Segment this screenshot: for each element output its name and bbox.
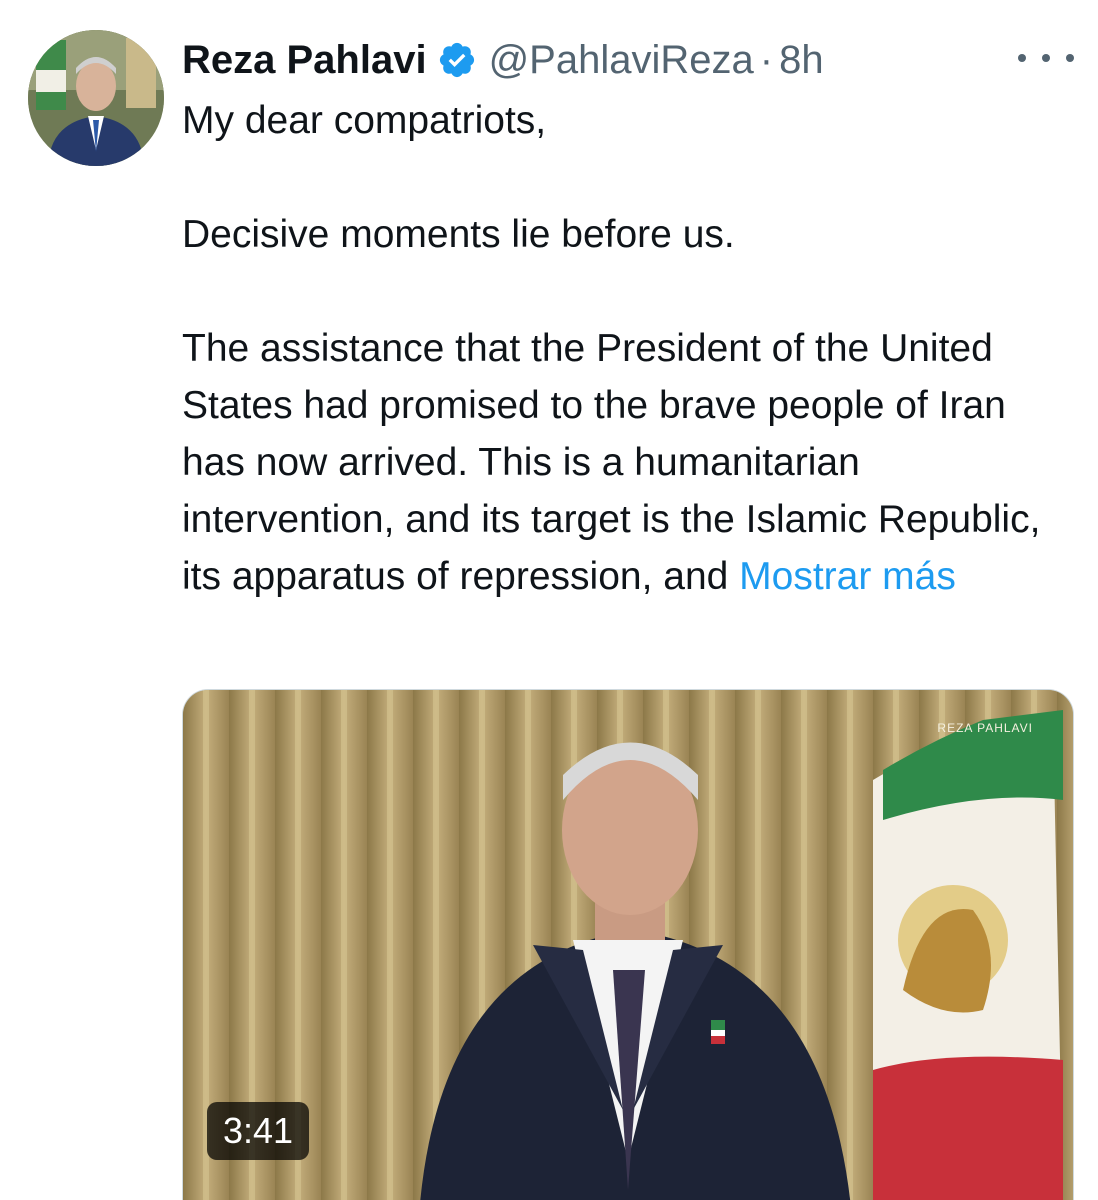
separator-dot: · — [759, 38, 774, 82]
author-avatar[interactable] — [28, 30, 164, 166]
video-thumbnail — [183, 690, 1073, 1200]
tweet[interactable]: Reza Pahlavi @PahlaviReza · 8h My dear c… — [0, 0, 1098, 1200]
tweet-time[interactable]: 8h — [779, 32, 824, 88]
more-options-icon[interactable] — [1018, 38, 1074, 78]
tweet-paragraph: My dear compatriots, — [182, 99, 547, 142]
video-duration-badge: 3:41 — [207, 1102, 310, 1160]
tweet-paragraph: Decisive moments lie before us. — [182, 213, 735, 256]
tweet-header: Reza Pahlavi @PahlaviReza · 8h — [182, 32, 824, 88]
author-name[interactable]: Reza Pahlavi — [182, 32, 427, 88]
show-more-link[interactable]: Mostrar más — [739, 555, 956, 598]
tweet-paragraph: The assistance that the President of the… — [182, 320, 1062, 605]
verified-badge-icon — [437, 40, 477, 80]
avatar-image — [28, 30, 164, 166]
author-handle[interactable]: @PahlaviReza — [489, 32, 754, 88]
video-player[interactable]: REZA PAHLAVI 3:41 — [182, 689, 1074, 1200]
video-watermark: REZA PAHLAVI — [937, 721, 1033, 735]
tweet-text: My dear compatriots, Decisive moments li… — [182, 92, 1062, 605]
